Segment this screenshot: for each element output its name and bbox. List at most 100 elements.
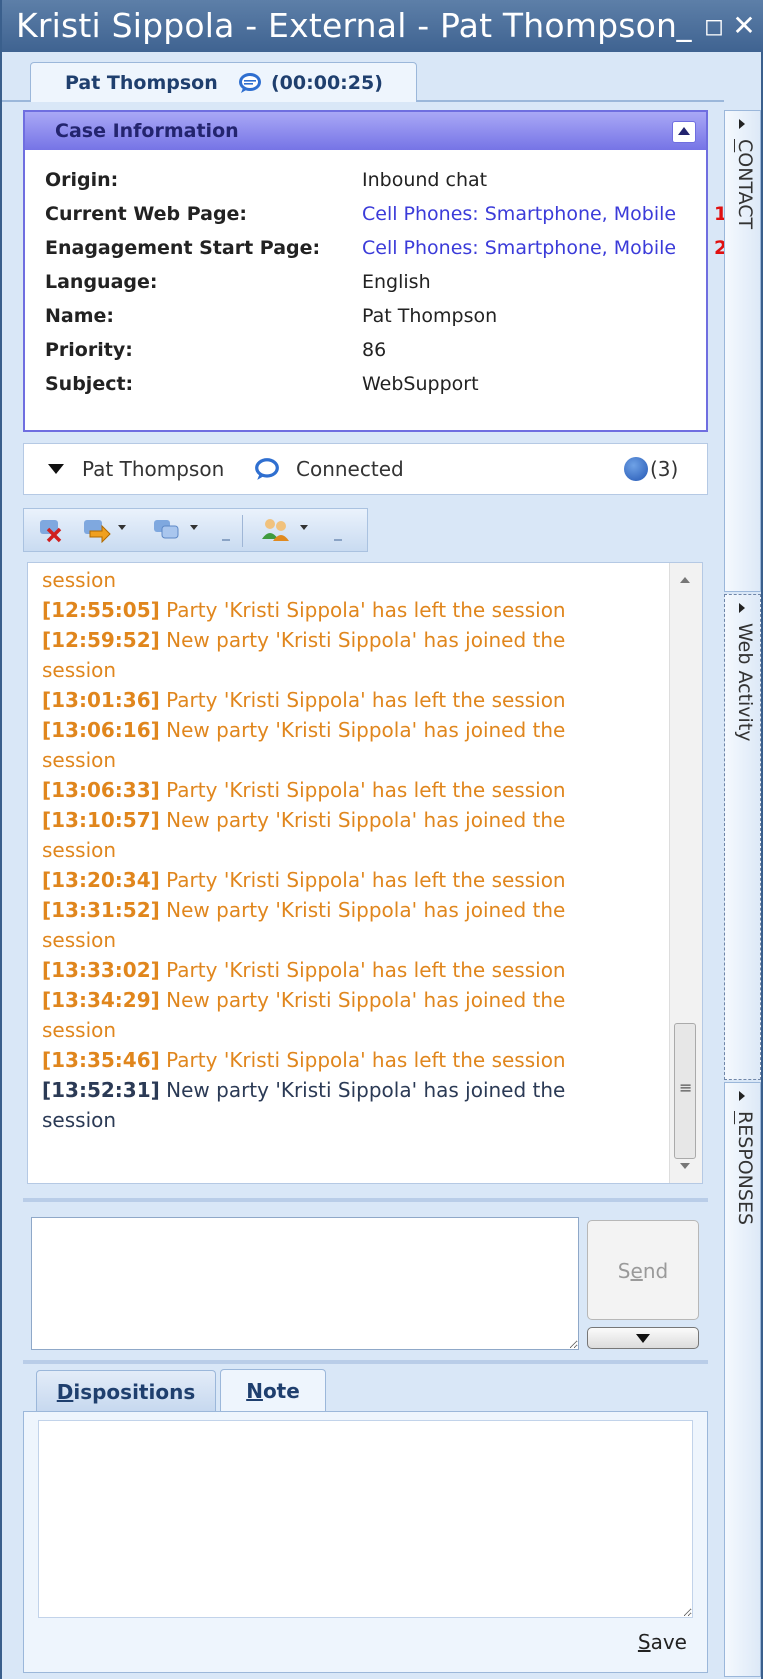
message-input[interactable] xyxy=(31,1217,579,1350)
note-input[interactable] xyxy=(38,1420,693,1618)
sidebar-tab-contact[interactable]: CONTACT xyxy=(724,110,761,592)
case-row-priority: Priority: 86 xyxy=(45,332,705,368)
note-panel: Save xyxy=(23,1411,708,1673)
message-timestamp: [13:20:34] xyxy=(42,868,160,892)
message-text: Party 'Kristi Sippola' has left the sess… xyxy=(159,868,566,892)
transcript-message: [13:33:02] Party 'Kristi Sippola' has le… xyxy=(42,955,566,985)
tab-dispositions[interactable]: Dispositions xyxy=(36,1370,216,1412)
message-text: New party 'Kristi Sippola' has joined th… xyxy=(159,718,566,742)
toolbar-separator xyxy=(242,515,243,547)
expand-icon xyxy=(739,603,745,613)
transcript-message: [13:52:31] New party 'Kristi Sippola' ha… xyxy=(42,1075,565,1105)
party-name[interactable]: Pat Thompson xyxy=(82,444,224,494)
transcript-message: [13:31:52] New party 'Kristi Sippola' ha… xyxy=(42,895,565,925)
interaction-tab-name: Pat Thompson xyxy=(65,72,218,94)
close-button[interactable]: ✕ xyxy=(730,0,758,52)
message-text: New party 'Kristi Sippola' has joined th… xyxy=(159,1078,566,1102)
message-text: session xyxy=(42,1018,117,1042)
case-label: Current Web Page: xyxy=(45,203,248,225)
conference-dropdown-icon[interactable] xyxy=(190,525,198,530)
message-text: New party 'Kristi Sippola' has joined th… xyxy=(159,808,566,832)
send-label-rest: nd xyxy=(642,1259,669,1283)
chat-transcript[interactable]: session [12:55:05] Party 'Kristi Sippola'… xyxy=(27,562,703,1184)
transcript-message: [13:35:46] Party 'Kristi Sippola' has le… xyxy=(42,1045,566,1075)
message-text: New party 'Kristi Sippola' has joined th… xyxy=(159,988,566,1012)
message-text: session xyxy=(42,1108,117,1132)
title-bar[interactable]: Kristi Sippola - External - Pat Thompson… xyxy=(2,0,763,52)
tab-note[interactable]: Note xyxy=(220,1369,326,1413)
case-label: Origin: xyxy=(45,169,119,191)
clock-icon xyxy=(624,457,648,481)
message-text: session xyxy=(42,928,117,952)
current-web-page-link[interactable]: Cell Phones: Smartphone, Mobile xyxy=(362,196,700,232)
message-text: New party 'Kristi Sippola' has joined th… xyxy=(159,898,566,922)
case-value: WebSupport xyxy=(362,373,479,395)
collapse-icon[interactable] xyxy=(672,121,696,143)
message-timestamp: [13:34:29] xyxy=(42,988,160,1012)
minimize-button[interactable]: _ xyxy=(670,0,698,52)
transcript-message: [12:59:52] New party 'Kristi Sippola' ha… xyxy=(42,625,565,655)
transfer-dropdown-icon[interactable] xyxy=(118,525,126,530)
save-mnemonic: S xyxy=(637,1630,651,1654)
transcript-message: [13:06:33] Party 'Kristi Sippola' has le… xyxy=(42,775,566,805)
dispositions-label: ispositions xyxy=(73,1380,196,1404)
send-button[interactable]: Send xyxy=(587,1220,699,1320)
note-mnemonic: N xyxy=(246,1379,263,1403)
transfer-icon[interactable] xyxy=(82,517,112,543)
expand-party-icon[interactable] xyxy=(48,464,64,474)
case-information-title: Case Information xyxy=(55,120,239,142)
chat-bubble-icon xyxy=(255,458,279,480)
splitter[interactable] xyxy=(23,1360,708,1364)
transcript-message: session xyxy=(42,655,116,685)
case-row-current-web-page: Current Web Page: Cell Phones: Smartphon… xyxy=(45,196,727,232)
transcript-scrollbar[interactable] xyxy=(669,563,702,1183)
interaction-tab[interactable]: Pat Thompson (00:00:25) xyxy=(30,62,417,102)
right-sidebar: CONTACT Web Activity RESPONSES xyxy=(724,102,761,1679)
message-timestamp: [13:01:36] xyxy=(42,688,160,712)
case-row-origin: Origin: Inbound chat xyxy=(45,162,705,198)
transcript-message: [12:55:05] Party 'Kristi Sippola' has le… xyxy=(42,595,566,625)
case-information-header[interactable]: Case Information xyxy=(25,112,706,150)
case-label: Subject: xyxy=(45,373,134,395)
consult-dropdown-icon[interactable] xyxy=(300,525,308,530)
case-value: 86 xyxy=(362,339,387,361)
case-row-name: Name: Pat Thompson xyxy=(45,298,705,334)
pending-count: (3) xyxy=(650,457,679,481)
message-text: Party 'Kristi Sippola' has left the sess… xyxy=(159,1048,566,1072)
case-value: Pat Thompson xyxy=(362,305,498,327)
message-timestamp: [13:33:02] xyxy=(42,958,160,982)
message-text: Party 'Kristi Sippola' has left the sess… xyxy=(159,778,566,802)
party-connection-status: Connected xyxy=(296,457,404,481)
splitter[interactable] xyxy=(23,1198,708,1202)
engagement-start-page-link[interactable]: Cell Phones: Smartphone, Mobile xyxy=(362,230,700,266)
case-label: Name: xyxy=(45,305,115,327)
message-timestamp: [12:59:52] xyxy=(42,628,160,652)
transcript-message: [13:06:16] New party 'Kristi Sippola' ha… xyxy=(42,715,565,745)
send-label: S xyxy=(617,1259,631,1283)
message-text: Party 'Kristi Sippola' has left the sess… xyxy=(159,688,566,712)
toolbar-grip xyxy=(222,539,230,541)
message-text: session xyxy=(42,748,117,772)
transcript-message: session xyxy=(42,1105,116,1135)
message-timestamp: [13:31:52] xyxy=(42,898,160,922)
send-options-dropdown[interactable] xyxy=(587,1327,699,1349)
scroll-up-icon[interactable] xyxy=(680,577,690,583)
case-label: Enagagement Start Page: xyxy=(45,237,321,259)
save-button[interactable]: Save xyxy=(638,1630,687,1654)
save-label: ave xyxy=(650,1630,687,1654)
maximize-button[interactable]: ◻ xyxy=(700,0,728,52)
party-status-bar: Pat Thompson Connected (3) xyxy=(23,443,708,495)
scroll-down-icon[interactable] xyxy=(680,1163,690,1169)
web-activity-label: Web Activity xyxy=(734,623,756,742)
sidebar-tab-web-activity[interactable]: Web Activity xyxy=(724,594,761,1080)
end-chat-icon[interactable] xyxy=(38,517,64,543)
sidebar-tab-responses[interactable]: RESPONSES xyxy=(724,1082,761,1677)
scroll-thumb[interactable] xyxy=(674,1023,696,1159)
message-timestamp: [12:55:05] xyxy=(42,598,160,622)
consult-icon[interactable] xyxy=(260,517,292,543)
transcript-message: session xyxy=(42,1015,116,1045)
case-label: Priority: xyxy=(45,339,133,361)
transcript-message: session xyxy=(42,925,116,955)
case-row-subject: Subject: WebSupport xyxy=(45,366,705,402)
conference-icon[interactable] xyxy=(152,517,182,543)
